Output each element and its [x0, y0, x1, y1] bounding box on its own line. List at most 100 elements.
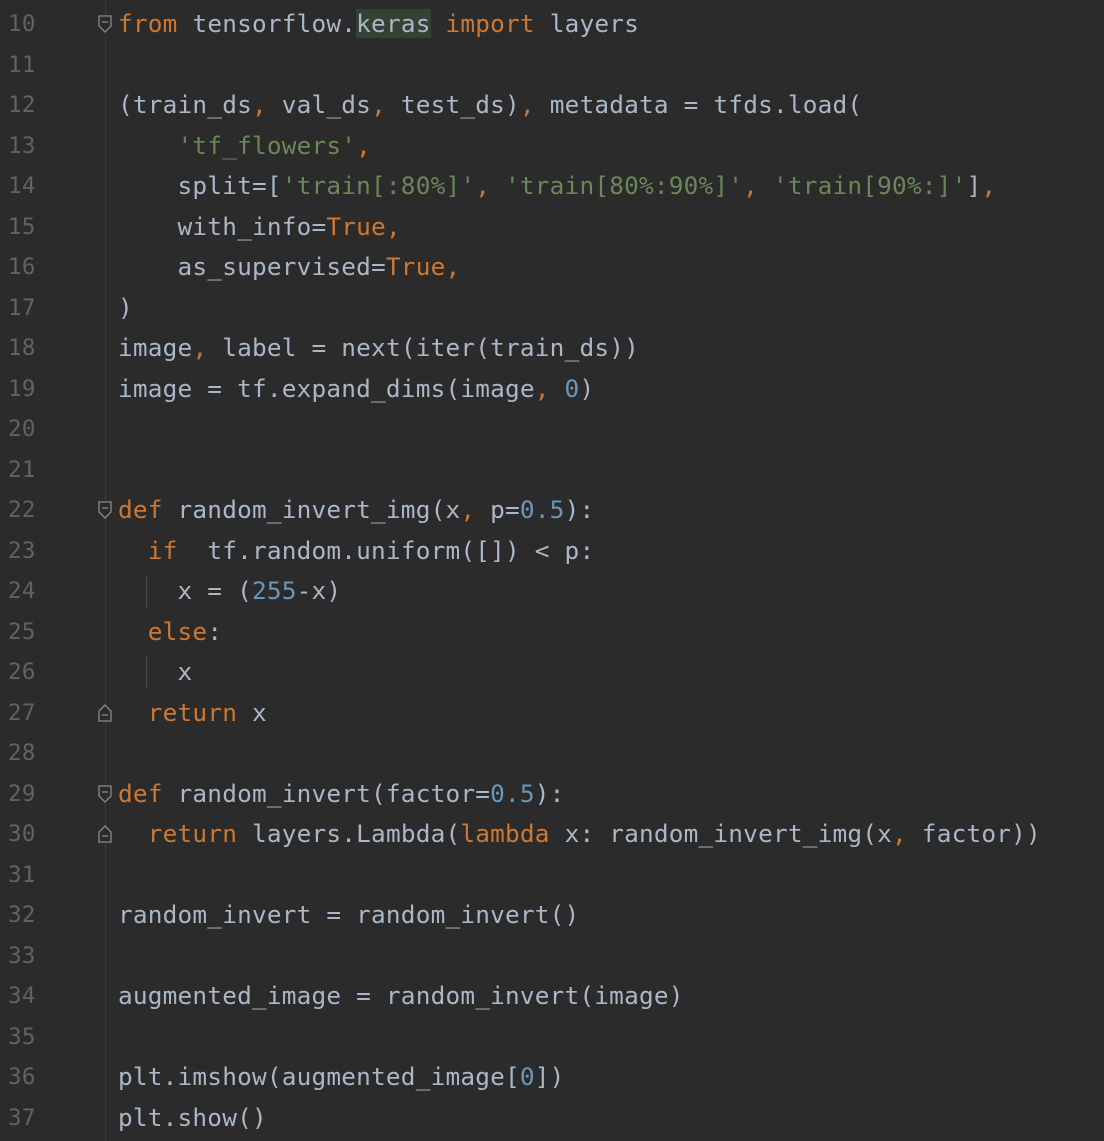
- fold-start-icon[interactable]: [96, 14, 114, 34]
- code-text[interactable]: return layers.Lambda(lambda x: random_in…: [118, 814, 1041, 855]
- code-line[interactable]: 14 split=['train[:80%]', 'train[80%:90%]…: [0, 166, 1104, 207]
- code-token: label = next(iter(train_ds)): [207, 333, 639, 362]
- code-token: ,: [981, 171, 997, 200]
- code-token: tf.random.uniform([]) < p:: [177, 535, 595, 565]
- code-token: lambda: [460, 819, 550, 848]
- code-text[interactable]: from tensorflow.keras import layers: [118, 4, 639, 45]
- code-line[interactable]: 19 image = tf.expand_dims(image, 0): [0, 369, 1104, 410]
- code-line[interactable]: 28: [0, 733, 1104, 774]
- code-line[interactable]: 27 return x: [0, 693, 1104, 734]
- code-token: def: [118, 778, 163, 808]
- code-text[interactable]: with_info=True,: [118, 207, 401, 248]
- code-line[interactable]: 21: [0, 450, 1104, 491]
- code-line[interactable]: 29 def random_invert(factor=0.5):: [0, 774, 1104, 815]
- code-line[interactable]: 25 else:: [0, 612, 1104, 653]
- code-line[interactable]: 10 from tensorflow.keras import layers: [0, 4, 1104, 45]
- code-text[interactable]: random_invert = random_invert(): [118, 895, 579, 936]
- fold-end-icon[interactable]: [96, 824, 114, 844]
- code-line[interactable]: 18 image, label = next(iter(train_ds)): [0, 328, 1104, 369]
- code-line[interactable]: 31: [0, 855, 1104, 896]
- code-text[interactable]: ): [118, 288, 133, 329]
- code-text[interactable]: plt.show(): [118, 1098, 267, 1139]
- code-text[interactable]: def random_invert_img(x, p=0.5):: [118, 490, 594, 531]
- line-number: 37: [8, 1104, 36, 1131]
- line-number: 14: [8, 173, 36, 199]
- code-token: ,: [534, 373, 550, 403]
- code-token: p=: [475, 495, 520, 524]
- code-token: tensorflow.: [177, 9, 357, 38]
- code-line[interactable]: 20: [0, 409, 1104, 450]
- code-text[interactable]: image, label = next(iter(train_ds)): [118, 328, 639, 369]
- code-text[interactable]: plt.imshow(augmented_image[0]): [118, 1057, 565, 1098]
- code-token: ): [579, 373, 595, 403]
- code-text[interactable]: image = tf.expand_dims(image, 0): [118, 369, 594, 410]
- code-token: ):: [564, 495, 595, 524]
- code-text[interactable]: (train_ds, val_ds, test_ds), metadata = …: [118, 85, 862, 126]
- code-token: test_ds): [385, 90, 520, 119]
- line-number: 36: [8, 1064, 36, 1090]
- code-token: ,: [475, 171, 491, 200]
- code-editor[interactable]: 10 from tensorflow.keras import layers 11 1…: [0, 0, 1104, 1141]
- code-line[interactable]: 34 augmented_image = random_invert(image): [0, 976, 1104, 1017]
- fold-start-icon[interactable]: [96, 784, 114, 804]
- code-token: ,: [356, 130, 372, 160]
- code-token: ,: [743, 171, 759, 200]
- code-line[interactable]: 36 plt.imshow(augmented_image[0]): [0, 1057, 1104, 1098]
- code-text[interactable]: 'tf_flowers',: [118, 126, 371, 167]
- line-number: 29: [8, 780, 36, 807]
- code-line[interactable]: 30 return layers.Lambda(lambda x: random…: [0, 814, 1104, 855]
- code-token: :: [207, 616, 223, 646]
- line-number: 13: [8, 132, 36, 159]
- line-number: 27: [8, 699, 36, 726]
- code-text[interactable]: augmented_image = random_invert(image): [118, 976, 684, 1017]
- code-line[interactable]: 37 plt.show(): [0, 1098, 1104, 1139]
- line-number: 19: [8, 375, 36, 402]
- code-token: ): [118, 292, 133, 322]
- code-text[interactable]: split=['train[:80%]', 'train[80%:90%]', …: [118, 166, 997, 207]
- code-token: random_invert = random_invert(): [118, 900, 580, 929]
- code-text[interactable]: else:: [118, 612, 222, 653]
- code-line[interactable]: 12 (train_ds, val_ds, test_ds), metadata …: [0, 85, 1104, 126]
- code-line[interactable]: 24 x = (255-x): [0, 571, 1104, 612]
- code-line[interactable]: 22 def random_invert_img(x, p=0.5):: [0, 490, 1104, 531]
- code-token: 0: [564, 373, 580, 403]
- code-text[interactable]: x = (255-x): [118, 571, 342, 612]
- code-line[interactable]: 11: [0, 45, 1104, 86]
- code-token: random_invert(factor=: [162, 778, 491, 808]
- code-line[interactable]: 16 as_supervised=True,: [0, 247, 1104, 288]
- indent-guide: [146, 575, 148, 608]
- code-line[interactable]: 35: [0, 1017, 1104, 1058]
- code-token: 0.5: [519, 495, 565, 524]
- code-token: 255: [251, 576, 297, 605]
- fold-start-icon[interactable]: [96, 500, 114, 520]
- line-number: 28: [8, 740, 36, 766]
- code-token: import: [445, 9, 535, 38]
- code-line[interactable]: 17): [0, 288, 1104, 329]
- code-line[interactable]: 13 'tf_flowers',: [0, 126, 1104, 167]
- code-line[interactable]: 32 random_invert = random_invert(): [0, 895, 1104, 936]
- code-line[interactable]: 15 with_info=True,: [0, 207, 1104, 248]
- code-text[interactable]: def random_invert(factor=0.5):: [118, 774, 565, 815]
- fold-end-icon[interactable]: [96, 703, 114, 723]
- line-number: 16: [8, 254, 36, 280]
- code-line[interactable]: 26 x: [0, 652, 1104, 693]
- code-line[interactable]: 33: [0, 936, 1104, 977]
- code-text[interactable]: return x: [118, 693, 267, 734]
- line-number: 11: [8, 51, 36, 78]
- code-token: x: random_invert_img(x: [549, 819, 893, 848]
- code-token: x = (: [118, 576, 252, 605]
- code-text[interactable]: if tf.random.uniform([]) < p:: [118, 531, 594, 572]
- line-number: 15: [8, 213, 36, 240]
- code-text[interactable]: as_supervised=True,: [118, 247, 461, 288]
- code-text[interactable]: x: [118, 652, 193, 693]
- code-token: random_invert_img(x: [162, 495, 461, 524]
- code-line[interactable]: 23 if tf.random.uniform([]) < p:: [0, 531, 1104, 572]
- code-token: image: [118, 333, 193, 362]
- code-token: ,: [192, 333, 208, 362]
- code-token: ,: [892, 819, 907, 848]
